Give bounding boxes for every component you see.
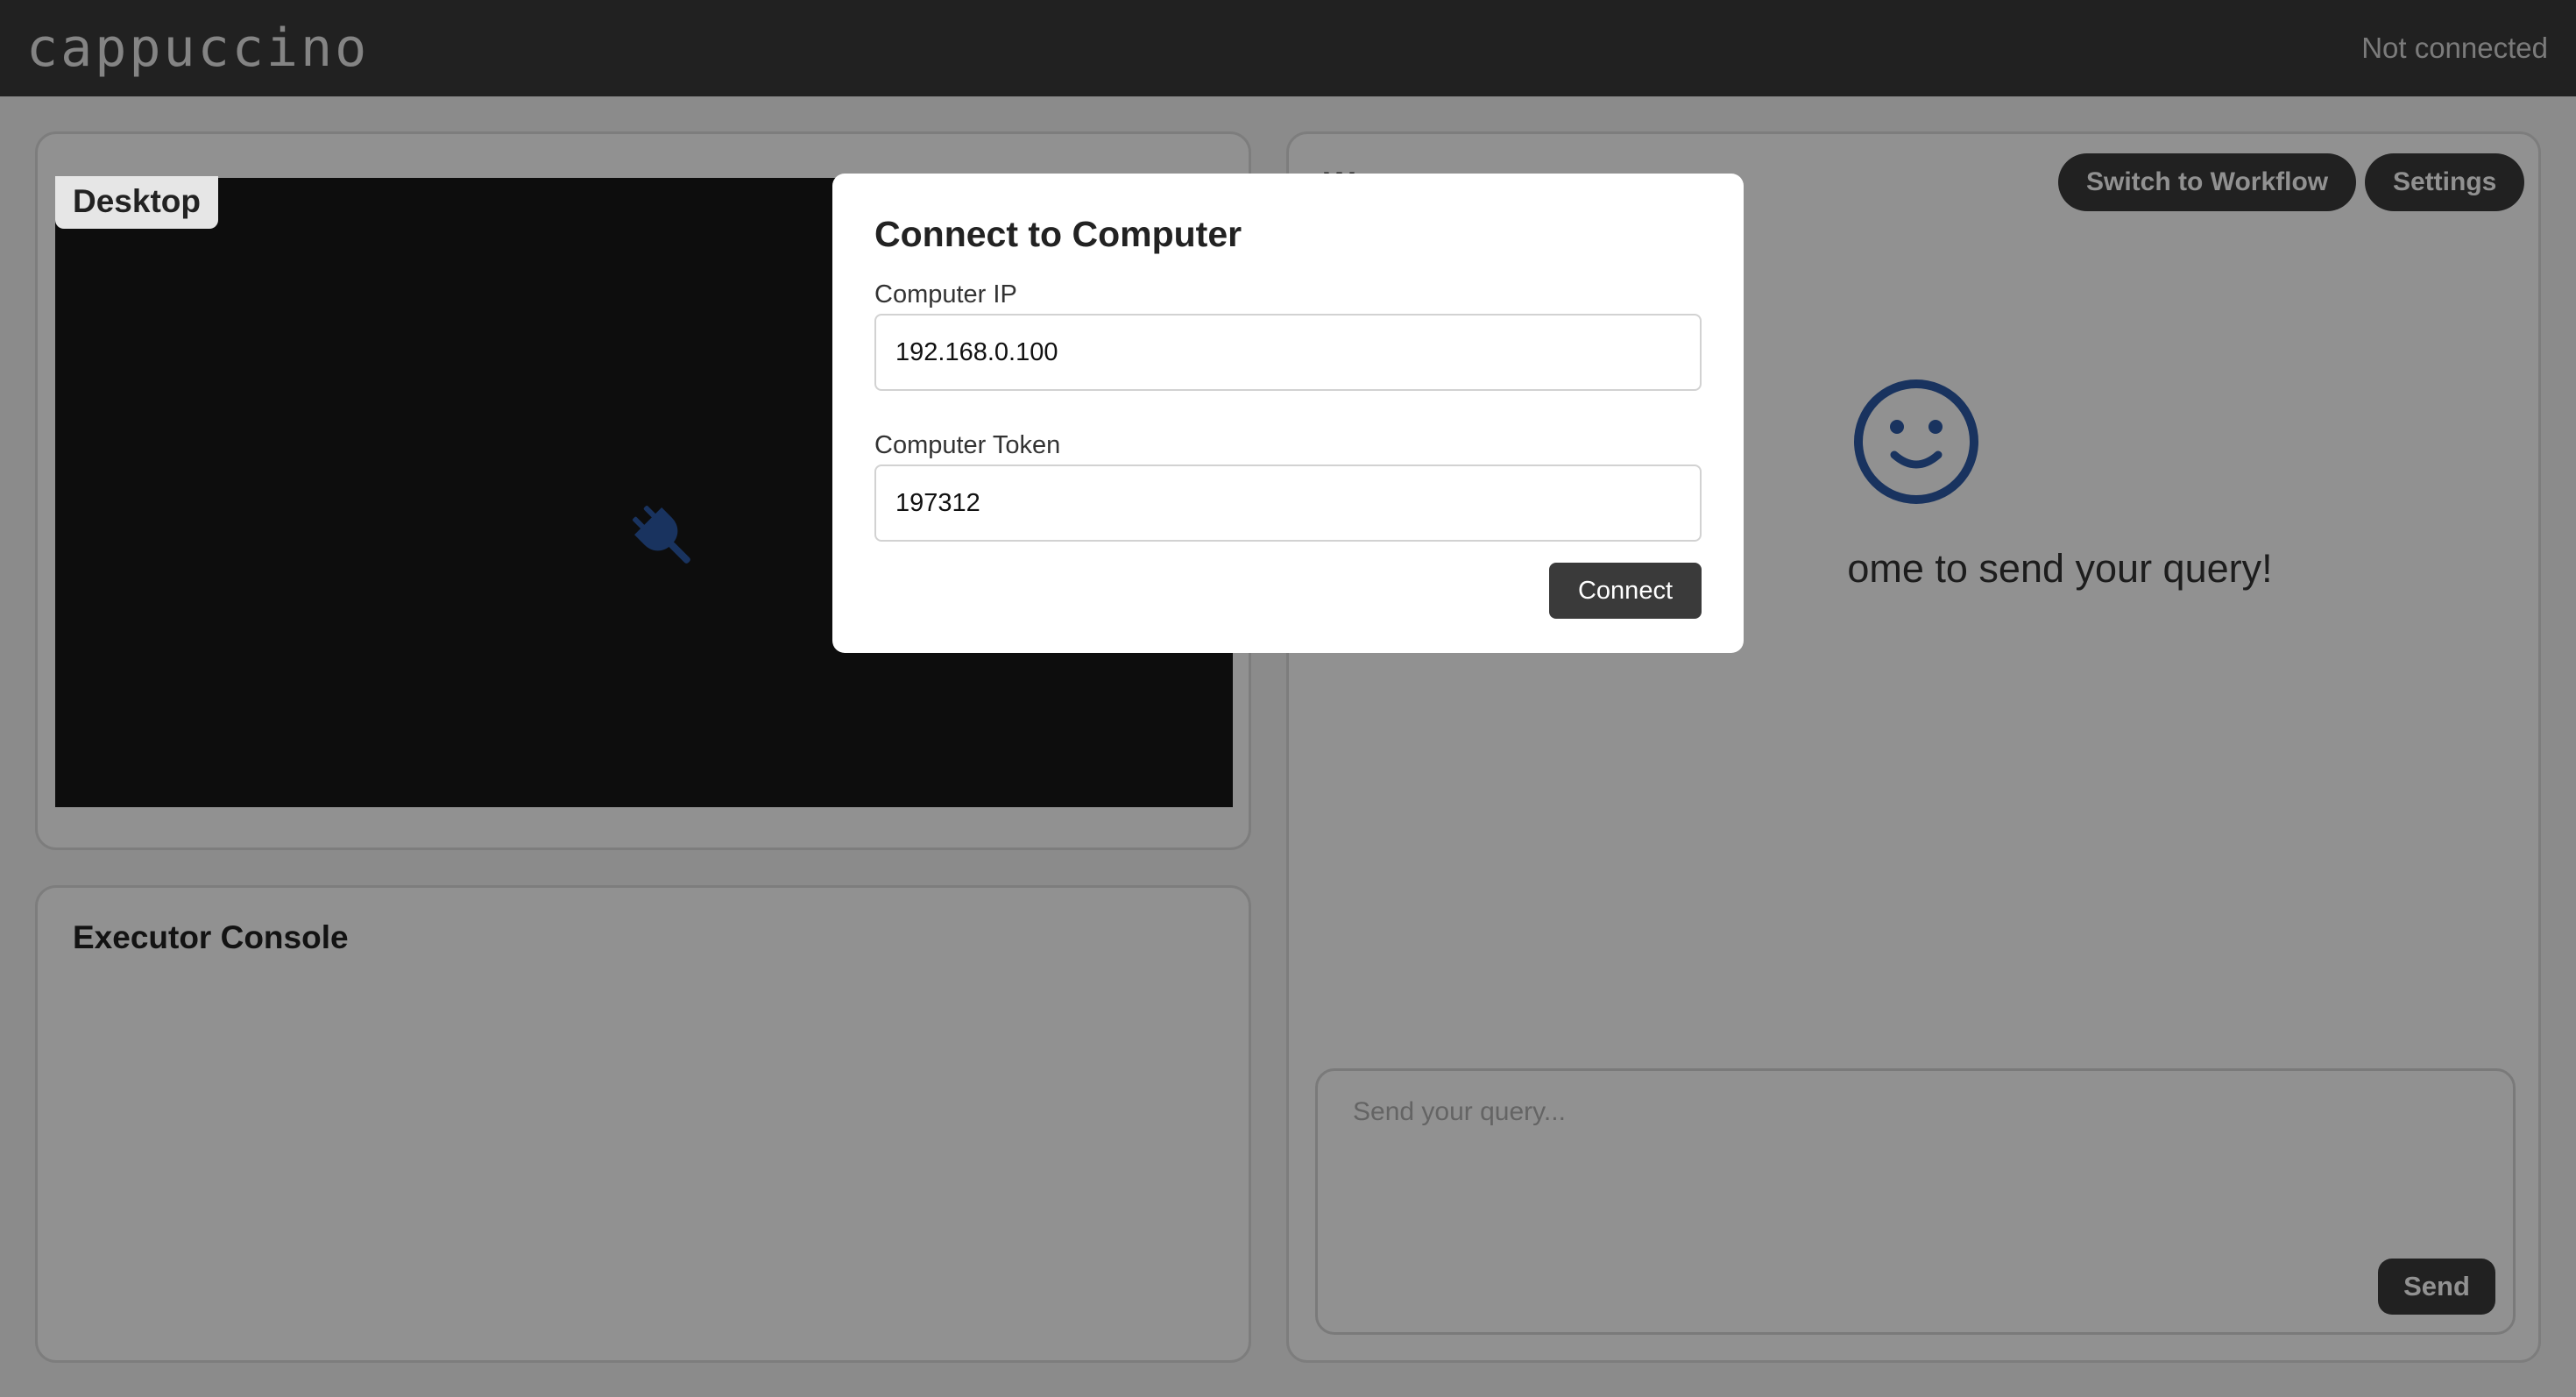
connect-button[interactable]: Connect (1549, 563, 1702, 619)
ip-label: Computer IP (874, 280, 1017, 308)
ip-input[interactable] (874, 314, 1702, 391)
connect-dialog: Connect to Computer Computer IP Computer… (832, 174, 1744, 653)
dialog-title: Connect to Computer (874, 214, 1242, 254)
token-label: Computer Token (874, 431, 1061, 459)
token-input[interactable] (874, 464, 1702, 542)
desktop-label: Desktop (55, 176, 218, 229)
